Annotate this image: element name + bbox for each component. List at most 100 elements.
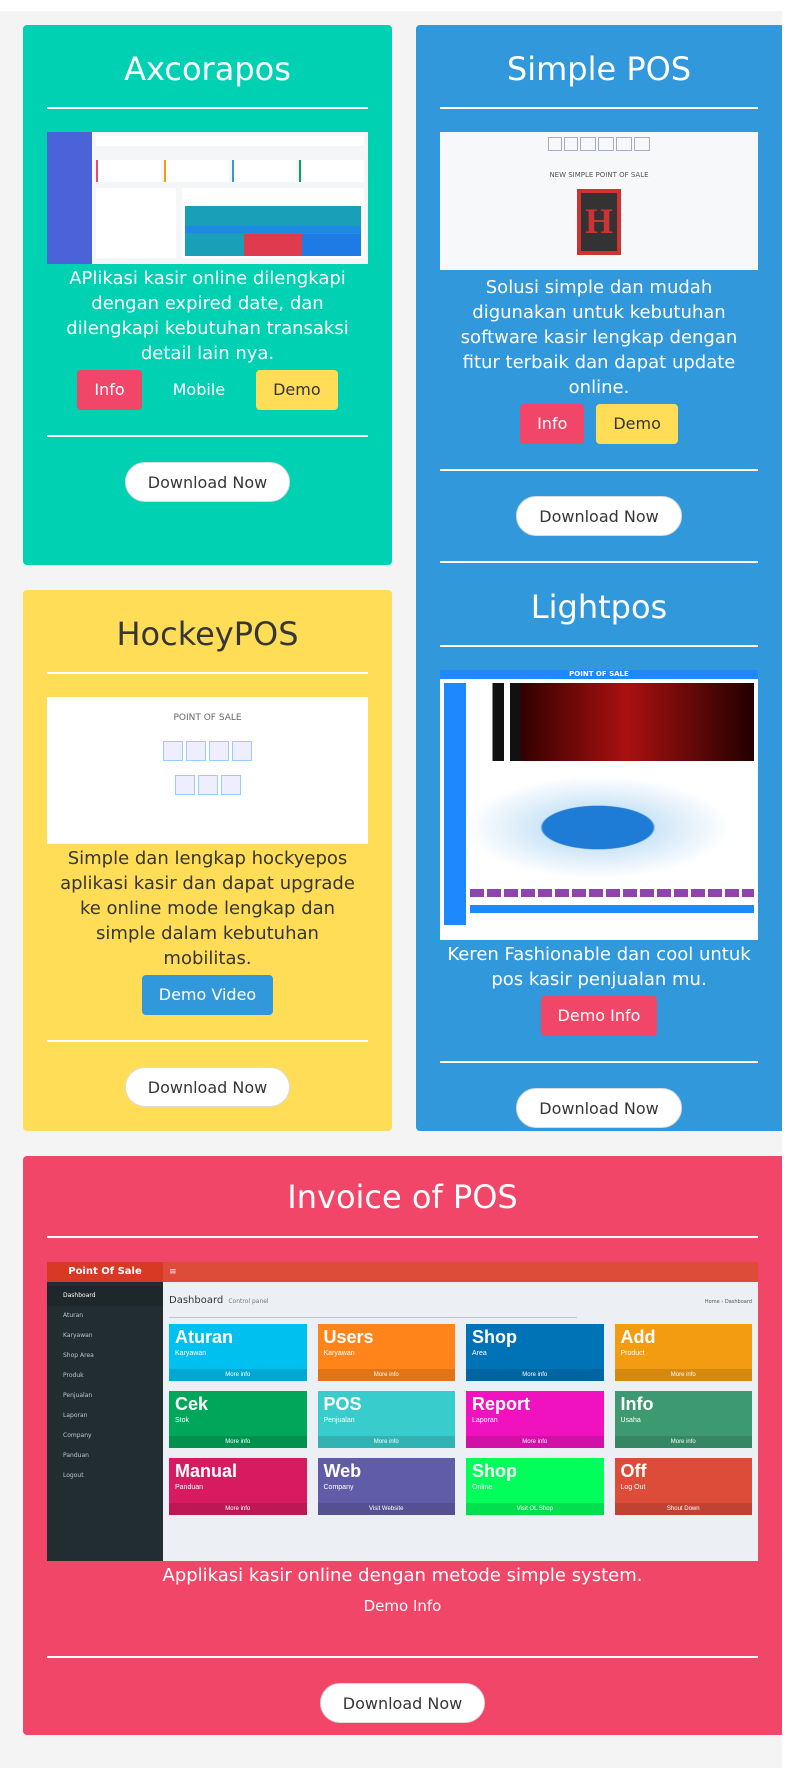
tile-more-link: Visit Website bbox=[317, 1503, 455, 1515]
demo-button[interactable]: Demo bbox=[596, 404, 678, 444]
tile-subtitle: Karyawan bbox=[323, 1350, 355, 1357]
card-title: Lightpos bbox=[530, 588, 668, 626]
tile-more-link: More info bbox=[614, 1436, 752, 1448]
download-now-button[interactable]: Download Now bbox=[516, 496, 682, 536]
demo-info-button[interactable]: Demo Info bbox=[540, 996, 658, 1036]
shot-tile: Users Karyawan More info bbox=[317, 1324, 455, 1381]
tile-subtitle: Penjualan bbox=[323, 1417, 355, 1424]
download-now-button[interactable]: Download Now bbox=[319, 1683, 486, 1723]
hockeypos-card: HockeyPOS POINT OF SALE Simple dan lengk… bbox=[23, 590, 392, 1131]
divider bbox=[47, 672, 368, 674]
tile-more-link: More info bbox=[169, 1436, 307, 1448]
tile-title: Off bbox=[620, 1461, 647, 1481]
divider bbox=[440, 1061, 758, 1063]
tile-subtitle: Area bbox=[472, 1350, 487, 1357]
shot-sidebar: Dashboard Aturan Karyawan Shop Area Produk Pe… bbox=[47, 1282, 163, 1561]
shot-tile: Web Company Visit Website bbox=[317, 1458, 455, 1515]
shot-sidebar-item: Produk bbox=[63, 1372, 84, 1379]
breadcrumb-home: Home bbox=[704, 1299, 720, 1305]
shot-tiles: Aturan Karyawan More info Users Karyawan More… bbox=[169, 1324, 752, 1515]
mobile-button[interactable]: Mobile bbox=[156, 370, 242, 410]
tile-title: Aturan bbox=[175, 1327, 233, 1347]
divider bbox=[440, 107, 758, 109]
tile-subtitle: Karyawan bbox=[175, 1350, 207, 1357]
shot-sidebar-item: Dashboard bbox=[47, 1286, 163, 1306]
invoice-screenshot: Point Of Sale ≡ Dashboard Aturan Karyawan S… bbox=[47, 1262, 758, 1561]
shot-tile: Cek Stok More info bbox=[169, 1391, 307, 1448]
tile-more-link: More info bbox=[317, 1436, 455, 1448]
download-now-button[interactable]: Download Now bbox=[124, 1067, 291, 1107]
simplepos-screenshot: NEW SIMPLE POINT OF SALE H bbox=[440, 132, 758, 270]
download-now-button[interactable]: Download Now bbox=[516, 1088, 682, 1128]
card-description: Simple dan lengkap hockyepos aplikasi ka… bbox=[60, 848, 355, 969]
divider bbox=[440, 561, 758, 563]
axcorapos-screenshot bbox=[47, 132, 368, 264]
logo-icon: H bbox=[577, 189, 621, 255]
divider bbox=[47, 1040, 368, 1042]
shot-tile: Info Usaha More info bbox=[614, 1391, 752, 1448]
demo-button[interactable]: Demo bbox=[256, 370, 338, 410]
shot-heading: Dashboard bbox=[169, 1295, 224, 1306]
card-description: Applikasi kasir online dengan metode sim… bbox=[162, 1565, 643, 1586]
tile-subtitle: Stok bbox=[175, 1417, 190, 1424]
shot-sidebar-item: Karyawan bbox=[63, 1332, 93, 1339]
tile-more-link: More info bbox=[169, 1503, 307, 1515]
tile-title: Info bbox=[620, 1394, 654, 1414]
divider bbox=[440, 645, 758, 647]
shot-sidebar-item: Laporan bbox=[63, 1412, 88, 1419]
download-now-button[interactable]: Download Now bbox=[124, 462, 291, 502]
shot-tile: Add Product More info bbox=[614, 1324, 752, 1381]
tile-title: Add bbox=[620, 1327, 656, 1347]
shot-tile: Report Laporan More info bbox=[466, 1391, 604, 1448]
tile-more-link: More info bbox=[169, 1369, 307, 1381]
tile-more-link: More info bbox=[614, 1369, 752, 1381]
tile-more-link: More info bbox=[466, 1436, 604, 1448]
divider bbox=[47, 1656, 758, 1658]
divider bbox=[47, 435, 368, 437]
tile-subtitle: Online bbox=[472, 1484, 493, 1491]
shot-sidebar-item: Penjualan bbox=[63, 1392, 93, 1399]
shot-subheading: Control panel bbox=[228, 1298, 269, 1305]
card-title: Axcorapos bbox=[124, 50, 291, 88]
tile-subtitle: Usaha bbox=[620, 1417, 641, 1424]
tile-more-link: Visit OL Shop bbox=[466, 1503, 604, 1515]
card-description: Solusi simple dan mudah digunakan untuk … bbox=[460, 277, 738, 398]
card-title: Simple POS bbox=[506, 50, 692, 88]
tile-subtitle: Log Out bbox=[620, 1484, 646, 1491]
tile-title: Shop bbox=[472, 1327, 517, 1347]
info-button[interactable]: Info bbox=[520, 404, 585, 444]
info-button[interactable]: Info bbox=[77, 370, 142, 410]
demo-info-link[interactable]: Demo Info bbox=[47, 1597, 758, 1615]
axcorapos-card: Axcorapos APlikasi kasir online dilengka… bbox=[23, 25, 392, 565]
divider bbox=[47, 1236, 758, 1238]
shot-tile: Shop Area More info bbox=[466, 1324, 604, 1381]
tile-title: Manual bbox=[175, 1461, 238, 1481]
invoice-card: Invoice of POS Point Of Sale ≡ Dashboard… bbox=[23, 1156, 782, 1735]
shot-tile: Off Log Out Shout Down bbox=[614, 1458, 752, 1515]
shot-heading: POINT OF SALE bbox=[173, 713, 242, 723]
tile-subtitle: Product bbox=[620, 1350, 645, 1357]
shot-sidebar-item: Logout bbox=[63, 1472, 84, 1479]
tile-title: Report bbox=[472, 1394, 530, 1414]
card-description: Keren Fashionable dan cool untuk pos kas… bbox=[447, 944, 751, 990]
tile-more-link: More info bbox=[317, 1369, 455, 1381]
divider bbox=[47, 107, 368, 109]
shot-heading: NEW SIMPLE POINT OF SALE bbox=[549, 171, 649, 179]
menu-icon: ≡ bbox=[169, 1267, 177, 1277]
card-title: Invoice of POS bbox=[287, 1178, 518, 1216]
tile-title: Web bbox=[323, 1461, 362, 1481]
tile-subtitle: Company bbox=[323, 1484, 354, 1491]
tile-more-link: Shout Down bbox=[614, 1503, 752, 1515]
card-description: APlikasi kasir online dilengkapi dengan … bbox=[66, 268, 349, 364]
hockeypos-screenshot: POINT OF SALE bbox=[47, 697, 368, 844]
demo-video-button[interactable]: Demo Video bbox=[141, 975, 274, 1015]
tile-title: Cek bbox=[175, 1394, 209, 1414]
shot-heading: POINT OF SALE bbox=[440, 670, 758, 679]
shot-sidebar-item: Shop Area bbox=[63, 1352, 94, 1359]
shot-sidebar-item: Aturan bbox=[63, 1312, 84, 1319]
shot-sidebar-item: Panduan bbox=[63, 1452, 89, 1459]
breadcrumb-current: Dashboard bbox=[724, 1299, 752, 1305]
simplepos-card: Simple POS NEW SIMPLE POINT OF SALE H So… bbox=[416, 25, 782, 1131]
card-title: HockeyPOS bbox=[116, 615, 299, 653]
tile-title: Users bbox=[323, 1327, 374, 1347]
